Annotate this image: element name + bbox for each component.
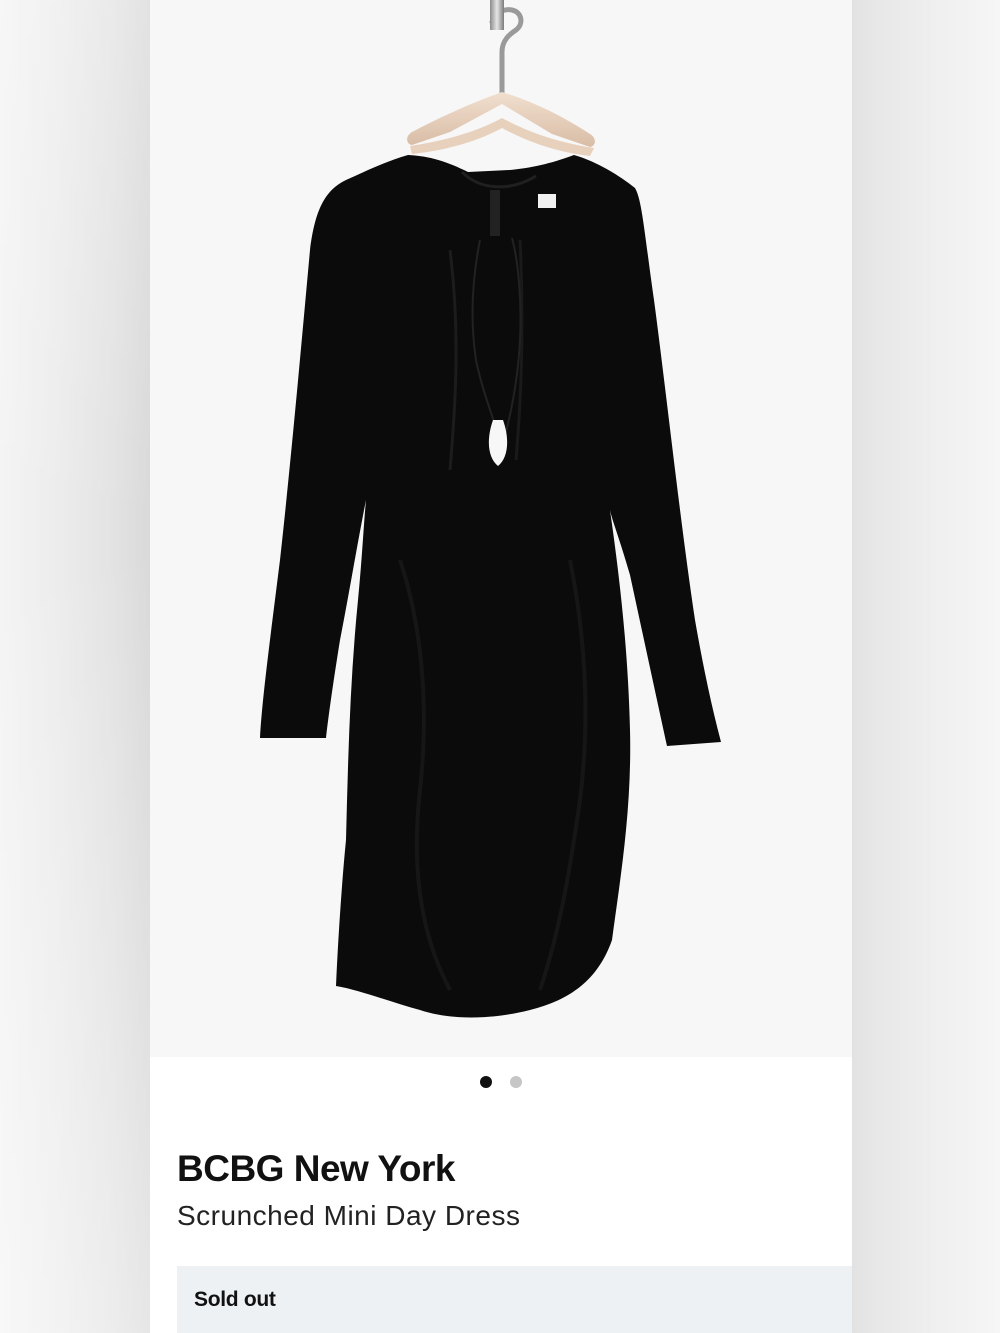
product-info-card: BCBG New York Scrunched Mini Day Dress S… — [150, 1057, 852, 1333]
carousel-dot-2[interactable] — [510, 1076, 522, 1088]
product-brand[interactable]: BCBG New York — [177, 1148, 455, 1190]
carousel-dot-1[interactable] — [480, 1076, 492, 1088]
carousel-dots — [150, 1076, 852, 1090]
backdrop-left — [0, 0, 150, 1333]
product-page: BCBG New York Scrunched Mini Day Dress S… — [0, 0, 1000, 1333]
backdrop-right — [852, 0, 1000, 1333]
sold-out-label: Sold out — [194, 1288, 276, 1311]
availability-banner: Sold out — [177, 1266, 852, 1333]
product-image[interactable] — [150, 0, 852, 1057]
product-title: Scrunched Mini Day Dress — [177, 1200, 521, 1231]
dress-on-hanger-icon — [260, 0, 721, 1018]
